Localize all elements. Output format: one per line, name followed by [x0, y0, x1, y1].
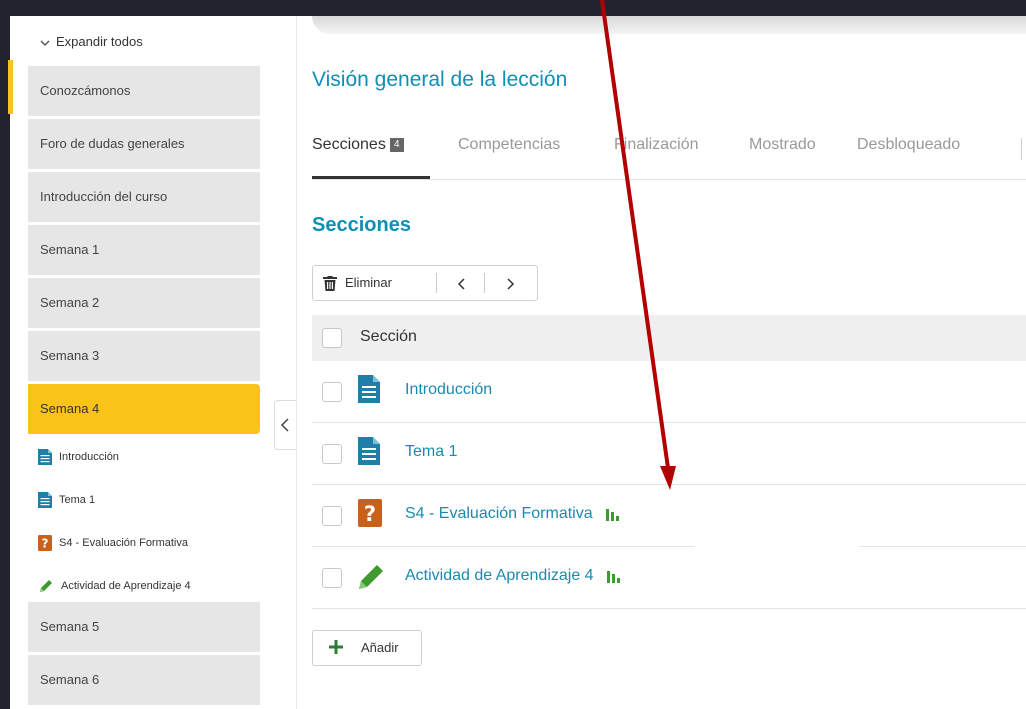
- row-checkbox[interactable]: [322, 382, 342, 402]
- sidebar-subitem-evaluacion[interactable]: ? S4 - Evaluación Formativa: [38, 532, 188, 554]
- sidebar-subitem-label: Tema 1: [59, 494, 96, 506]
- page-title: Visión general de la lección: [312, 68, 568, 91]
- tab-divider: [312, 179, 1026, 180]
- plus-icon: [329, 640, 343, 654]
- sidebar-subitem-label: Actividad de Aprendizaje 4: [61, 580, 191, 592]
- section-link-tema-1[interactable]: Tema 1: [405, 443, 457, 461]
- section-link-actividad[interactable]: Actividad de Aprendizaje 4: [405, 567, 622, 585]
- toolbar-separator: [436, 273, 437, 293]
- tab-competencias[interactable]: Competencias: [458, 136, 560, 154]
- trash-icon: [323, 276, 337, 292]
- toolbar-separator: [484, 273, 485, 293]
- pencil-icon: [359, 565, 383, 589]
- tab-secciones[interactable]: Secciones 4: [312, 136, 404, 154]
- section-heading: Secciones: [312, 214, 411, 236]
- chevron-left-icon: [280, 418, 289, 432]
- delete-button[interactable]: Eliminar: [323, 266, 392, 300]
- expand-all-button[interactable]: Expandir todos: [40, 34, 143, 49]
- row-checkbox[interactable]: [322, 506, 342, 526]
- next-button[interactable]: [498, 266, 522, 300]
- add-label: Añadir: [361, 640, 399, 655]
- chevron-right-icon: [507, 278, 515, 290]
- sidebar-item-introduccion-curso[interactable]: Introducción del curso: [28, 172, 260, 222]
- tab-mostrado[interactable]: Mostrado: [749, 136, 816, 154]
- sidebar-item-semana-3[interactable]: Semana 3: [28, 331, 260, 381]
- sidebar-divider: [296, 16, 297, 709]
- document-icon: [358, 437, 380, 465]
- left-edge-bar: [0, 16, 10, 709]
- tab-count-badge: 4: [389, 137, 404, 152]
- sidebar-subitem-introduccion[interactable]: Introducción: [38, 446, 119, 468]
- previous-button[interactable]: [450, 266, 474, 300]
- tab-desbloqueado[interactable]: Desbloqueado: [857, 136, 960, 154]
- row-checkbox[interactable]: [322, 568, 342, 588]
- section-link-introduccion[interactable]: Introducción: [405, 381, 492, 399]
- table-row: Introducción: [312, 361, 1026, 423]
- document-icon: [38, 449, 52, 466]
- document-icon: [38, 492, 52, 509]
- row-divider: [312, 608, 1026, 609]
- tab-label: Secciones: [312, 136, 386, 153]
- tab-finalizacion[interactable]: Finalización: [614, 136, 698, 154]
- quiz-icon: ?: [38, 535, 52, 552]
- section-link-label: S4 - Evaluación Formativa: [405, 505, 593, 522]
- table-row: ? S4 - Evaluación Formativa: [312, 485, 1026, 547]
- sidebar-item-semana-6[interactable]: Semana 6: [28, 655, 260, 705]
- section-toolbar: Eliminar: [312, 265, 538, 301]
- sidebar-subitem-actividad[interactable]: Actividad de Aprendizaje 4: [38, 575, 191, 597]
- stats-icon: [607, 570, 621, 583]
- add-section-button[interactable]: Añadir: [312, 630, 422, 666]
- quiz-icon: ?: [358, 499, 382, 527]
- sidebar-subitem-tema-1[interactable]: Tema 1: [38, 489, 95, 511]
- sidebar-subitem-label: Introducción: [59, 451, 119, 463]
- top-bar: [0, 0, 1026, 16]
- expand-all-label: Expandir todos: [56, 34, 143, 49]
- sidebar: Expandir todos Conozcámonos Foro de duda…: [28, 16, 260, 709]
- sidebar-item-semana-1[interactable]: Semana 1: [28, 225, 260, 275]
- sidebar-item-semana-4[interactable]: Semana 4: [28, 384, 260, 434]
- column-header-seccion: Sección: [360, 328, 417, 345]
- sidebar-item-foro[interactable]: Foro de dudas generales: [28, 119, 260, 169]
- chevron-left-icon: [457, 278, 465, 290]
- sidebar-item-conozcamonos[interactable]: Conozcámonos: [28, 66, 260, 116]
- section-link-label: Actividad de Aprendizaje 4: [405, 567, 594, 584]
- delete-label: Eliminar: [345, 275, 392, 290]
- svg-text:?: ?: [42, 537, 49, 551]
- sidebar-item-semana-2[interactable]: Semana 2: [28, 278, 260, 328]
- sidebar-subitem-label: S4 - Evaluación Formativa: [59, 537, 188, 549]
- stats-icon: [606, 508, 620, 521]
- table-row: Actividad de Aprendizaje 4: [312, 547, 1026, 609]
- table-header: Sección: [312, 315, 1026, 361]
- sidebar-item-semana-5[interactable]: Semana 5: [28, 602, 260, 652]
- pencil-icon: [40, 580, 52, 593]
- row-checkbox[interactable]: [322, 444, 342, 464]
- header-shadow: [312, 16, 1026, 34]
- document-icon: [358, 375, 380, 403]
- section-link-evaluacion[interactable]: S4 - Evaluación Formativa: [405, 505, 621, 523]
- active-indicator: [8, 60, 13, 114]
- collapse-sidebar-button[interactable]: [274, 400, 296, 450]
- select-all-checkbox[interactable]: [322, 328, 342, 348]
- tab-separator: [1021, 138, 1022, 160]
- chevron-down-icon: [40, 40, 50, 46]
- table-row: Tema 1: [312, 423, 1026, 485]
- svg-text:?: ?: [364, 502, 376, 526]
